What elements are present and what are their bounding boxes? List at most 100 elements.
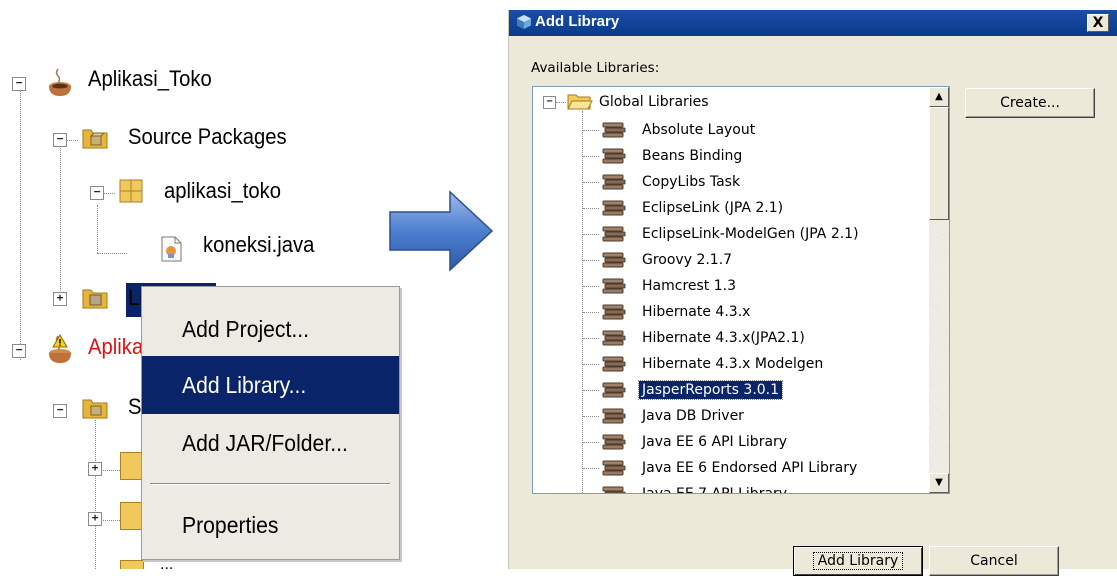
library-books-icon [602, 408, 626, 424]
library-item[interactable]: EclipseLink (JPA 2.1) [533, 195, 929, 221]
library-item[interactable]: Java EE 7 API Library [533, 481, 929, 493]
library-books-icon [602, 174, 626, 190]
library-list-box[interactable]: − Global Libraries Absolute Layout Beans … [532, 86, 950, 494]
tree-connector [583, 442, 599, 443]
tree-connector [583, 208, 599, 209]
source-packages-label-2[interactable]: S [128, 394, 142, 420]
library-books-icon [602, 122, 626, 138]
add-library-dialog: Add Library X Available Libraries: − Glo… [508, 10, 1117, 576]
source-folder-icon [82, 129, 108, 149]
library-item[interactable]: Hibernate 4.3.x(JPA2.1) [533, 325, 929, 351]
tree-connector [583, 468, 599, 469]
scroll-thumb[interactable] [929, 107, 949, 220]
library-item[interactable]: CopyLibs Task [533, 169, 929, 195]
library-item-label: Hamcrest 1.3 [642, 278, 737, 294]
tree-connector [97, 205, 98, 253]
expand-toggle[interactable]: + [88, 462, 102, 476]
library-item-label: Beans Binding [642, 148, 743, 164]
library-item[interactable]: Hamcrest 1.3 [533, 273, 929, 299]
coffee-cup-warning-icon [49, 334, 71, 363]
library-item-label: EclipseLink-ModelGen (JPA 2.1) [642, 226, 859, 242]
library-item-label: Java EE 6 API Library [642, 434, 788, 450]
tree-connector [583, 390, 599, 391]
folder-open-icon [567, 94, 593, 110]
tree-connector [583, 156, 599, 157]
add-library-button[interactable]: Add Library [793, 546, 923, 576]
library-item[interactable]: Groovy 2.1.7 [533, 247, 929, 273]
menu-item-label: Add JAR/Folder... [182, 429, 348, 456]
tree-connector [583, 364, 599, 365]
library-books-icon [602, 226, 626, 242]
tree-connector [583, 182, 599, 183]
tree-connector [583, 338, 599, 339]
tree-connector [20, 90, 21, 360]
dialog-titlebar[interactable]: Add Library X [509, 10, 1117, 36]
tree-connector [60, 148, 61, 303]
menu-item-add-jar-folder[interactable]: Add JAR/Folder... [142, 414, 399, 472]
tree-connector [103, 193, 115, 194]
package-label[interactable]: aplikasi_toko [164, 178, 281, 204]
tree-connector [95, 420, 96, 569]
menu-item-add-library[interactable]: Add Library... [142, 356, 399, 414]
tree-connector [583, 234, 599, 235]
java-file-icon [161, 236, 182, 262]
library-books-icon [602, 486, 626, 493]
close-button[interactable]: X [1087, 14, 1109, 32]
menu-item-label: Add Project... [182, 315, 310, 342]
library-books-icon [602, 460, 626, 476]
tree-connector [583, 416, 599, 417]
library-item-label: Java EE 7 API Library [639, 485, 790, 493]
expand-toggle[interactable]: + [53, 292, 67, 306]
library-item-label: Absolute Layout [642, 122, 756, 138]
tree-connector [97, 253, 127, 254]
tree-connector [583, 286, 599, 287]
library-item-label: JasperReports 3.0.1 [637, 380, 784, 400]
create-button[interactable]: Create... [965, 88, 1095, 118]
library-item-label: Java EE 6 Endorsed API Library [642, 460, 858, 476]
add-library-button-label: Add Library [812, 552, 904, 570]
file-label[interactable]: koneksi.java [203, 232, 314, 258]
library-folder-icon [82, 289, 108, 309]
scroll-down-button[interactable]: ▼ [929, 473, 949, 493]
library-item[interactable]: Java EE 6 Endorsed API Library [533, 455, 929, 481]
library-item[interactable]: Beans Binding [533, 143, 929, 169]
package-icon [119, 179, 143, 203]
tree-connector [583, 260, 599, 261]
library-item[interactable]: Java DB Driver [533, 403, 929, 429]
library-item-label: EclipseLink (JPA 2.1) [642, 200, 784, 216]
library-item[interactable]: EclipseLink-ModelGen (JPA 2.1) [533, 221, 929, 247]
menu-item-label: Add Library... [182, 371, 307, 398]
dialog-title: Add Library [535, 13, 620, 30]
collapse-toggle[interactable]: − [12, 344, 26, 358]
library-item[interactable]: Absolute Layout [533, 117, 929, 143]
library-books-icon [602, 356, 626, 372]
tree-connector [556, 102, 566, 103]
vertical-scrollbar[interactable]: ▲ ▼ [929, 87, 949, 493]
library-item[interactable]: Java EE 6 API Library [533, 429, 929, 455]
menu-separator [150, 483, 390, 485]
scroll-up-button[interactable]: ▲ [929, 87, 949, 107]
library-item[interactable]: JasperReports 3.0.1 [533, 377, 929, 403]
collapse-toggle[interactable]: − [12, 77, 26, 91]
collapse-toggle[interactable]: − [543, 96, 556, 109]
collapse-toggle[interactable]: − [53, 133, 67, 147]
library-item[interactable]: Hibernate 4.3.x Modelgen [533, 351, 929, 377]
collapse-toggle[interactable]: − [90, 186, 104, 200]
package-icon [120, 560, 144, 569]
menu-item-properties[interactable]: Properties [142, 496, 399, 554]
library-books-icon [602, 148, 626, 164]
project-name[interactable]: Aplikasi_Toko [88, 66, 212, 92]
menu-item-add-project[interactable]: Add Project... [142, 300, 399, 358]
project-name-2[interactable]: Aplika [88, 334, 143, 360]
library-item[interactable]: Hibernate 4.3.x [533, 299, 929, 325]
library-books-icon [602, 278, 626, 294]
global-libraries-node[interactable]: Global Libraries [599, 93, 709, 111]
library-books-icon [602, 382, 626, 398]
expand-toggle[interactable]: + [88, 512, 102, 526]
cancel-button[interactable]: Cancel [929, 546, 1059, 576]
source-packages-label[interactable]: Source Packages [128, 124, 287, 150]
collapse-toggle[interactable]: − [53, 404, 67, 418]
library-list[interactable]: − Global Libraries Absolute Layout Beans … [533, 87, 929, 493]
coffee-cup-icon [49, 68, 71, 96]
menu-item-label: Properties [182, 511, 279, 538]
